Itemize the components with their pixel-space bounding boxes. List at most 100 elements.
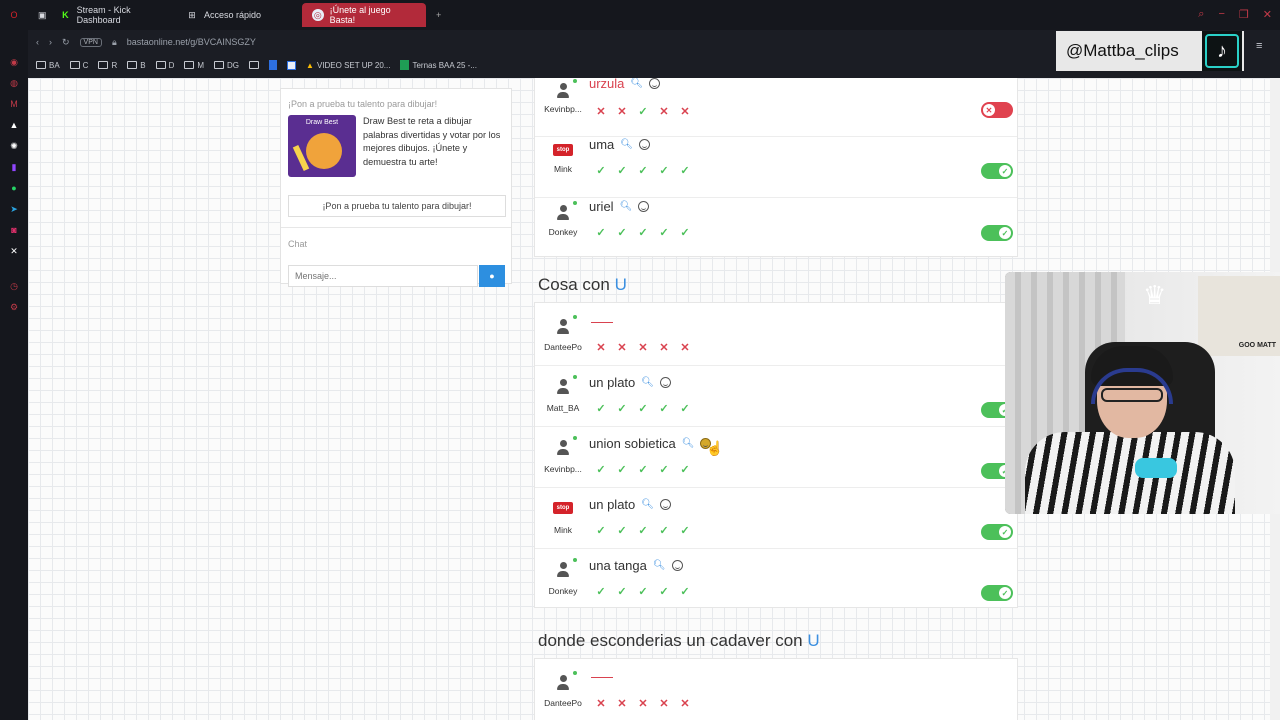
username: Donkey: [548, 586, 578, 596]
accept-toggle[interactable]: ✓: [981, 225, 1013, 241]
answer-text: uriel: [589, 199, 614, 214]
vote-x-icon: ✕: [659, 697, 669, 710]
instagram-icon[interactable]: ◙: [8, 224, 20, 236]
bookmark-video-setup[interactable]: ▲ VIDEO SET UP 20...: [306, 61, 390, 70]
bookmark-dg[interactable]: DG: [214, 61, 239, 70]
opera-logo-icon[interactable]: O: [0, 3, 28, 27]
tab-label: Stream - Kick Dashboard: [76, 5, 131, 25]
bookmark-ba[interactable]: BA: [36, 61, 60, 70]
vote-check-icon: ✓: [617, 402, 627, 415]
webcam-overlay: GOO MATT ♛: [1005, 272, 1280, 514]
accept-toggle[interactable]: ✕: [981, 102, 1013, 118]
search-icon[interactable]: 🔍︎: [620, 201, 633, 212]
category-title-cadaver: donde esconderias un cadaver con U: [538, 631, 820, 651]
user-avatar-icon: [556, 562, 570, 577]
answer-word: una tanga 🔍︎: [589, 558, 683, 573]
crown-logo-icon: ♛: [1143, 280, 1167, 310]
search-icon[interactable]: 🔍︎: [620, 139, 633, 150]
aria-icon[interactable]: ▲: [8, 119, 20, 131]
bookmark-label: D: [168, 60, 175, 70]
draw-best-image[interactable]: Draw Best: [288, 115, 356, 177]
gmail-icon[interactable]: M: [8, 98, 20, 110]
answer-text: union sobietica: [589, 436, 676, 451]
lock-icon: 🔒︎: [111, 36, 117, 47]
microphone: [1135, 458, 1177, 478]
url-field[interactable]: bastaonline.net/g/BVCAINSGZY: [127, 37, 256, 47]
emoji-icon[interactable]: [659, 377, 671, 388]
whatsapp-icon[interactable]: ●: [8, 182, 20, 194]
vote-marks: ✓ ✓ ✓ ✓ ✓: [594, 163, 692, 177]
vote-x-icon: ✕: [680, 697, 690, 710]
new-tab-button[interactable]: +: [426, 3, 446, 27]
emoji-icon[interactable]: [671, 560, 683, 571]
emoji-icon[interactable]: [639, 139, 650, 150]
settings-icon[interactable]: ⚙: [8, 301, 20, 313]
close-icon[interactable]: ✕: [1263, 8, 1272, 21]
vote-x-icon: ✕: [680, 341, 690, 354]
answer-text: urzula: [589, 78, 625, 91]
vote-check-icon: ✓: [638, 402, 648, 415]
chat-message-input[interactable]: [288, 265, 478, 287]
folder-icon: [98, 61, 109, 69]
username: Mink: [554, 164, 572, 174]
accept-toggle[interactable]: ✓: [981, 524, 1013, 540]
bookmark-d[interactable]: D: [155, 60, 175, 70]
accept-toggle[interactable]: ✓: [981, 163, 1013, 179]
answer-row: stop Mink uma 🔍︎ ✓ ✓ ✓ ✓ ✓ ✓: [535, 136, 1017, 197]
emoji-icon[interactable]: [649, 78, 661, 89]
search-icon[interactable]: ⌕: [1198, 8, 1204, 21]
folder-icon: [249, 61, 260, 69]
telegram-icon[interactable]: ➤: [8, 203, 20, 215]
stop-icon: stop: [553, 144, 573, 156]
answer-text: un plato: [589, 497, 636, 512]
bookmark-b[interactable]: B: [127, 61, 146, 70]
bookmark-calendar[interactable]: [287, 60, 297, 70]
category-title-text: Cosa con: [538, 275, 610, 294]
reload-icon[interactable]: ↻: [62, 37, 70, 48]
bookmark-m[interactable]: M: [184, 61, 204, 70]
twitch-icon[interactable]: ▮: [8, 161, 20, 173]
promo-image-title: Draw Best: [305, 119, 339, 126]
menu-icon[interactable]: ≡: [1256, 40, 1262, 52]
tab-kick-dashboard[interactable]: K Stream - Kick Dashboard: [50, 3, 176, 27]
emoji-icon[interactable]: [659, 499, 671, 510]
accept-toggle[interactable]: ✓: [981, 585, 1013, 601]
back-icon[interactable]: ‹: [36, 37, 39, 47]
search-icon[interactable]: 🔍︎: [630, 78, 643, 89]
bookmark-folder-empty[interactable]: [249, 61, 260, 69]
restore-icon[interactable]: ❐: [1239, 8, 1249, 21]
messenger-icon[interactable]: ◍: [8, 77, 20, 89]
vote-x-icon: ✕: [617, 697, 627, 710]
username: Kevinbp...: [544, 104, 582, 114]
poster-text: GOO MATT: [1238, 342, 1276, 349]
emoji-icon[interactable]: [638, 201, 650, 212]
chat-send-button[interactable]: ●: [479, 265, 505, 287]
search-icon[interactable]: 🔍︎: [641, 377, 654, 388]
chatgpt-icon[interactable]: ✺: [8, 140, 20, 152]
vote-x-icon: ✕: [617, 105, 627, 118]
vote-check-icon: ✓: [617, 226, 627, 239]
forward-icon[interactable]: ›: [49, 37, 52, 47]
bookmark-r[interactable]: R: [98, 61, 117, 70]
home-icon[interactable]: ◉: [8, 56, 20, 68]
vote-check-icon: ✓: [659, 402, 669, 415]
tab-acceso-rapido[interactable]: ⊞ Acceso rápido: [176, 3, 302, 27]
x-icon[interactable]: ✕: [8, 245, 20, 257]
promo-button[interactable]: ¡Pon a prueba tu talento para dibujar!: [288, 195, 506, 217]
online-indicator: [573, 558, 577, 562]
search-icon[interactable]: 🔍︎: [641, 499, 654, 510]
bookmark-blue[interactable]: [269, 60, 278, 70]
promo-title: ¡Pon a prueba tu talento para dibujar!: [288, 99, 438, 109]
tab-overview-icon[interactable]: ▣: [28, 3, 50, 27]
bookmark-ternas[interactable]: Ternas BAA 25 -...: [400, 60, 477, 70]
minimize-icon[interactable]: −: [1218, 8, 1224, 21]
search-icon[interactable]: 🔍︎: [653, 560, 666, 571]
vote-x-icon: ✕: [680, 105, 690, 118]
answer-row: Donkey una tanga 🔍︎ ✓ ✓ ✓ ✓ ✓ ✓: [535, 548, 1017, 609]
history-icon[interactable]: ◷: [8, 280, 20, 292]
tab-basta[interactable]: ◎ ¡Únete al juego Basta!: [302, 3, 426, 27]
search-icon[interactable]: 🔍︎: [682, 438, 695, 449]
vpn-badge[interactable]: VPN: [79, 37, 102, 47]
toggle-x-icon: ✕: [983, 104, 995, 116]
bookmark-c[interactable]: C: [69, 61, 88, 70]
